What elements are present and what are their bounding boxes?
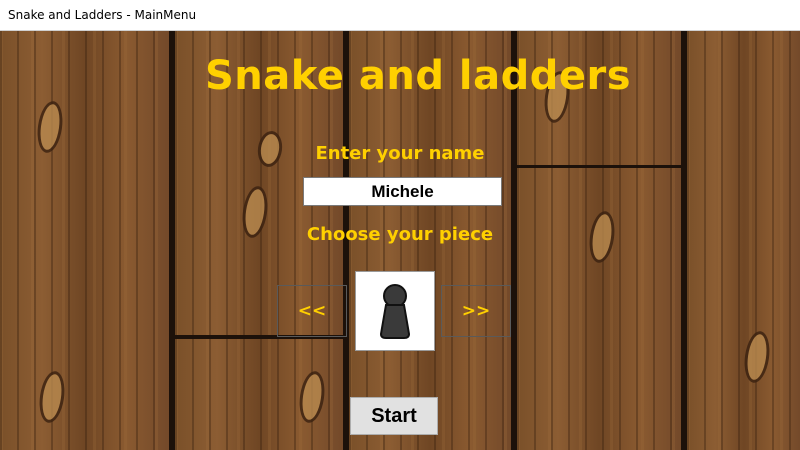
name-input[interactable] [303,177,502,206]
next-piece-button[interactable]: >> [441,285,511,337]
start-button[interactable]: Start [350,397,438,435]
name-label: Enter your name [315,143,485,164]
previous-piece-button[interactable]: << [277,285,347,337]
piece-preview [355,271,435,351]
game-title: Snake and ladders [204,53,632,99]
pawn-icon [379,284,411,339]
window-title: Snake and Ladders - MainMenu [8,8,197,22]
window-titlebar: Snake and Ladders - MainMenu [0,0,800,31]
piece-label: Choose your piece [306,224,494,245]
plank [514,165,684,450]
